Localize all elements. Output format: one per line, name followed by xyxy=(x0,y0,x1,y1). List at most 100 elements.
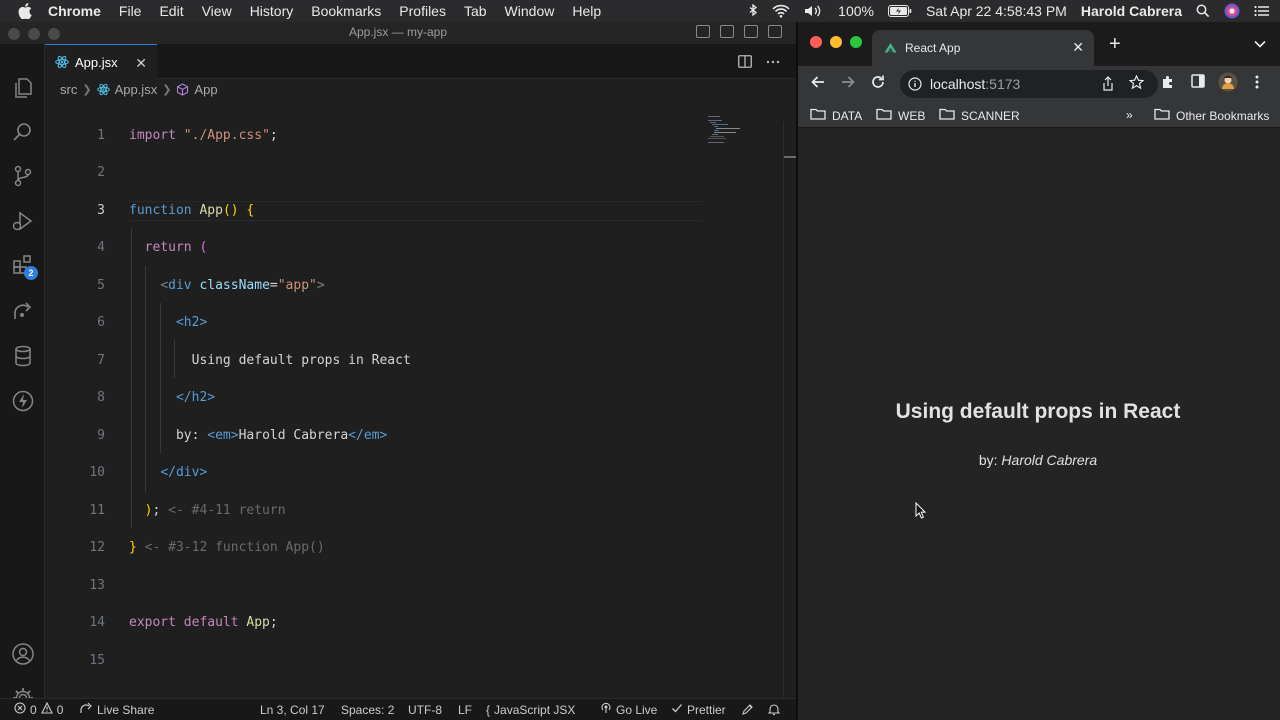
code-token: > xyxy=(316,278,325,293)
share-icon[interactable] xyxy=(1102,76,1114,94)
bluetooth-icon[interactable] xyxy=(748,4,758,18)
forward-arrow-icon[interactable] xyxy=(840,74,856,90)
code-token: Using default props in React xyxy=(191,353,411,368)
bookmark-label: SCANNER xyxy=(961,108,1020,123)
code-token: export default xyxy=(129,615,239,630)
side-panel-icon[interactable] xyxy=(1191,74,1205,93)
editor-scrollbar[interactable] xyxy=(783,122,796,698)
toggle-panel-icon[interactable] xyxy=(720,25,734,38)
macos-menu-bar: Chrome File Edit View History Bookmarks … xyxy=(0,0,1280,22)
page-heading: Using default props in React xyxy=(895,400,1181,423)
database-icon[interactable] xyxy=(9,342,37,370)
accounts-icon[interactable] xyxy=(9,640,37,668)
menu-file[interactable]: File xyxy=(119,3,142,19)
tab-close-icon[interactable]: ✕ xyxy=(135,55,147,72)
line-number: 6 xyxy=(97,315,105,330)
wifi-icon[interactable] xyxy=(772,4,790,18)
run-debug-icon[interactable] xyxy=(9,207,37,235)
line-number: 8 xyxy=(97,390,105,405)
menu-help[interactable]: Help xyxy=(572,3,601,19)
chrome-window: React App ✕ + localhost:5173 DATA WEB S… xyxy=(798,22,1280,720)
battery-icon[interactable] xyxy=(887,5,912,17)
code-token: by: xyxy=(175,428,208,443)
siri-icon[interactable] xyxy=(1224,3,1240,19)
breadcrumb-symbol[interactable]: App xyxy=(194,82,217,97)
breadcrumb-src[interactable]: src xyxy=(60,82,77,97)
explorer-icon[interactable] xyxy=(9,74,37,102)
menu-window[interactable]: Window xyxy=(505,3,555,19)
chrome-close-button[interactable] xyxy=(810,36,822,48)
tab-app-jsx[interactable]: App.jsx ✕ xyxy=(45,44,157,79)
menu-user-name[interactable]: Harold Cabrera xyxy=(1081,3,1182,19)
react-file-icon xyxy=(55,55,69,69)
breadcrumb-file[interactable]: App.jsx xyxy=(115,82,158,97)
menu-history[interactable]: History xyxy=(250,3,294,19)
live-share-label: Live Share xyxy=(97,702,155,717)
go-live-button[interactable]: Go Live xyxy=(600,702,657,717)
split-editor-icon[interactable] xyxy=(738,55,752,71)
menu-profiles[interactable]: Profiles xyxy=(399,3,446,19)
bookmark-star-icon[interactable] xyxy=(1128,74,1145,93)
folder-icon xyxy=(810,108,826,123)
chrome-minimize-button[interactable] xyxy=(830,36,842,48)
volume-icon[interactable] xyxy=(804,4,824,18)
live-share-status[interactable]: Live Share xyxy=(80,702,154,717)
menu-edit[interactable]: Edit xyxy=(159,3,183,19)
address-bar[interactable]: localhost:5173 xyxy=(900,70,1158,98)
customize-layout-icon[interactable] xyxy=(768,25,782,38)
other-bookmarks-folder[interactable]: Other Bookmarks xyxy=(1154,108,1269,123)
menu-app-name[interactable]: Chrome xyxy=(48,3,101,19)
cursor-position[interactable]: Ln 3, Col 17 xyxy=(260,703,325,717)
minimap[interactable] xyxy=(708,116,748,146)
problems-status[interactable]: 0 0 xyxy=(14,701,63,717)
line-number: 5 xyxy=(97,278,105,293)
extensions-puzzle-icon[interactable] xyxy=(1160,74,1176,95)
control-center-icon[interactable] xyxy=(1254,4,1270,18)
code-line: 12 } <- #3-12 function App() xyxy=(45,538,783,558)
chrome-menu-kebab-icon[interactable] xyxy=(1254,74,1260,95)
bookmark-folder-scanner[interactable]: SCANNER xyxy=(939,108,1020,123)
feedback-icon[interactable] xyxy=(741,703,754,716)
window-zoom-button[interactable] xyxy=(48,28,60,40)
prettier-status[interactable]: Prettier xyxy=(671,702,726,717)
profile-avatar[interactable] xyxy=(1218,72,1238,97)
more-actions-icon[interactable] xyxy=(766,55,780,71)
menu-bookmarks[interactable]: Bookmarks xyxy=(311,3,381,19)
chrome-zoom-button[interactable] xyxy=(850,36,862,48)
eol-status[interactable]: LF xyxy=(458,703,472,717)
menu-clock[interactable]: Sat Apr 22 4:58:43 PM xyxy=(926,3,1067,19)
toggle-secondary-sidebar-icon[interactable] xyxy=(744,25,758,38)
back-arrow-icon[interactable] xyxy=(810,74,826,90)
chrome-tab-close-icon[interactable]: ✕ xyxy=(1072,39,1084,56)
vite-favicon-icon xyxy=(884,42,897,54)
url-port: :5173 xyxy=(985,76,1021,92)
extensions-badge: 2 xyxy=(24,266,38,280)
code-editor[interactable]: 1 import "./App.css"; 2 3 function App()… xyxy=(45,100,783,698)
window-minimize-button[interactable] xyxy=(28,28,40,40)
line-number: 13 xyxy=(89,578,105,593)
site-info-icon[interactable] xyxy=(908,77,922,91)
code-line: 2 xyxy=(45,163,783,183)
notifications-bell-icon[interactable] xyxy=(768,703,780,716)
menu-tab[interactable]: Tab xyxy=(464,3,487,19)
reload-icon[interactable] xyxy=(870,74,886,90)
bookmark-folder-data[interactable]: DATA xyxy=(810,108,862,123)
apple-icon[interactable] xyxy=(18,3,34,19)
window-close-button[interactable] xyxy=(8,28,20,40)
bookmarks-bar: DATA WEB SCANNER » Other Bookmarks xyxy=(798,102,1280,128)
chrome-tab-react-app[interactable]: React App ✕ xyxy=(872,30,1094,66)
tab-search-chevron-icon[interactable] xyxy=(1254,35,1266,51)
search-icon[interactable] xyxy=(9,118,37,146)
thunder-client-icon[interactable] xyxy=(9,387,37,415)
bookmarks-overflow-chevron[interactable]: » xyxy=(1126,108,1133,122)
live-share-icon[interactable] xyxy=(9,297,37,325)
source-control-icon[interactable] xyxy=(9,162,37,190)
bookmark-folder-web[interactable]: WEB xyxy=(876,108,925,123)
indentation-status[interactable]: Spaces: 2 xyxy=(341,703,394,717)
menu-view[interactable]: View xyxy=(202,3,232,19)
encoding-status[interactable]: UTF-8 xyxy=(408,703,442,717)
new-tab-plus-icon[interactable]: + xyxy=(1109,33,1121,56)
toggle-sidebar-icon[interactable] xyxy=(696,25,710,38)
spotlight-search-icon[interactable] xyxy=(1196,4,1210,18)
language-mode[interactable]: { JavaScript JSX xyxy=(486,703,575,717)
